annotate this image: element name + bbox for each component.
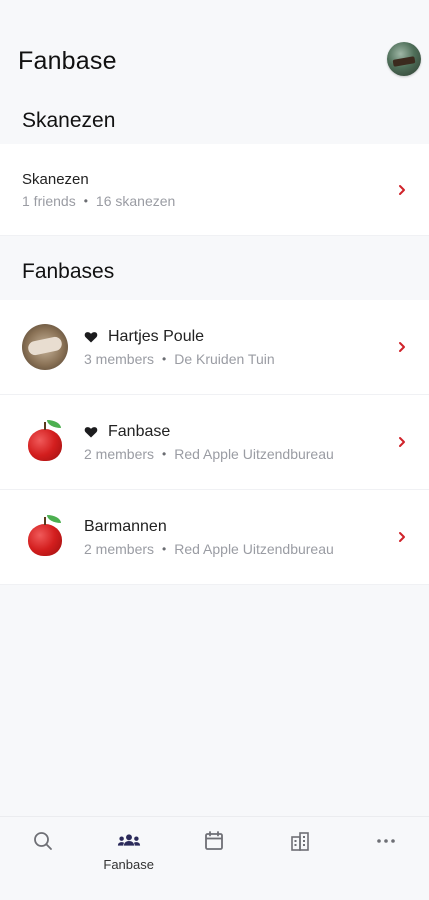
fanbase-title: Fanbase xyxy=(108,422,171,440)
skanezen-item-text: Skanezen 1 friends • 16 skanezen xyxy=(22,171,397,209)
avatar[interactable] xyxy=(387,42,421,76)
friends-count: 1 friends xyxy=(22,192,76,209)
nav-search[interactable] xyxy=(8,829,78,853)
nav-buildings[interactable] xyxy=(265,829,335,853)
skanezen-count: 16 skanezen xyxy=(95,192,176,209)
skanezen-item-meta: 1 friends • 16 skanezen xyxy=(22,193,397,209)
fanbase-meta: 3 members • De Kruiden Tuin xyxy=(84,351,397,367)
heart-icon xyxy=(84,330,98,344)
chevron-right-icon xyxy=(397,340,407,354)
apple-icon xyxy=(28,420,62,461)
buildings-icon xyxy=(288,829,312,853)
members-count: 2 members xyxy=(84,445,155,462)
fanbase-item-text: Hartjes Poule 3 members • De Kruiden Tui… xyxy=(84,328,397,367)
fanbase-item[interactable]: Fanbase 2 members • Red Apple Uitzendbur… xyxy=(0,395,429,490)
apple-logo-thumbnail xyxy=(22,514,68,560)
chevron-right-icon xyxy=(397,183,407,197)
apple-stem xyxy=(44,422,46,430)
nav-label-fanbase: Fanbase xyxy=(103,857,154,872)
separator-dot: • xyxy=(162,446,167,461)
nav-calendar[interactable] xyxy=(179,829,249,853)
chevron-right-icon xyxy=(397,435,407,449)
separator-dot: • xyxy=(83,193,88,208)
skanezen-item-title: Skanezen xyxy=(22,170,89,188)
organization-name: De Kruiden Tuin xyxy=(174,350,275,367)
apple-leaf xyxy=(47,515,61,523)
heart-icon xyxy=(84,425,98,439)
fanbase-meta: 2 members • Red Apple Uitzendbureau xyxy=(84,446,397,462)
fanbase-item-text: Barmannen 2 members • Red Apple Uitzendb… xyxy=(84,518,397,557)
fanbase-item[interactable]: Barmannen 2 members • Red Apple Uitzendb… xyxy=(0,490,429,585)
separator-dot: • xyxy=(162,541,167,556)
header: Fanbase xyxy=(0,0,429,96)
apple-leaf xyxy=(47,420,61,428)
members-count: 2 members xyxy=(84,540,155,557)
organization-name: Red Apple Uitzendbureau xyxy=(174,540,334,557)
title-row: Fanbase xyxy=(84,423,397,441)
fanbase-title: Barmannen xyxy=(84,517,167,535)
separator-dot: • xyxy=(162,351,167,366)
chevron-right-icon xyxy=(397,530,407,544)
skanezen-item[interactable]: Skanezen 1 friends • 16 skanezen xyxy=(0,144,429,236)
title-row: Hartjes Poule xyxy=(84,328,397,346)
search-icon xyxy=(31,829,55,853)
title-row: Barmannen xyxy=(84,518,397,536)
nav-more[interactable] xyxy=(351,829,421,853)
more-icon xyxy=(374,829,398,853)
fanbase-item[interactable]: Hartjes Poule 3 members • De Kruiden Tui… xyxy=(0,300,429,395)
page-title: Fanbase xyxy=(18,47,117,75)
people-icon xyxy=(117,829,141,853)
apple-logo-thumbnail xyxy=(22,419,68,465)
bottom-nav: Fanbase xyxy=(0,816,429,900)
apple-icon xyxy=(28,515,62,556)
organization-name: Red Apple Uitzendbureau xyxy=(174,445,334,462)
fanbase-title: Hartjes Poule xyxy=(108,327,205,345)
fanbase-item-text: Fanbase 2 members • Red Apple Uitzendbur… xyxy=(84,423,397,462)
nav-fanbase[interactable]: Fanbase xyxy=(94,829,164,872)
group-photo-thumbnail xyxy=(22,324,68,370)
fanbase-meta: 2 members • Red Apple Uitzendbureau xyxy=(84,541,397,557)
apple-stem xyxy=(44,517,46,525)
section-title-skanezen: Skanezen xyxy=(22,109,116,132)
section-title-fanbases: Fanbases xyxy=(22,260,115,283)
calendar-icon xyxy=(202,829,226,853)
members-count: 3 members xyxy=(84,350,155,367)
